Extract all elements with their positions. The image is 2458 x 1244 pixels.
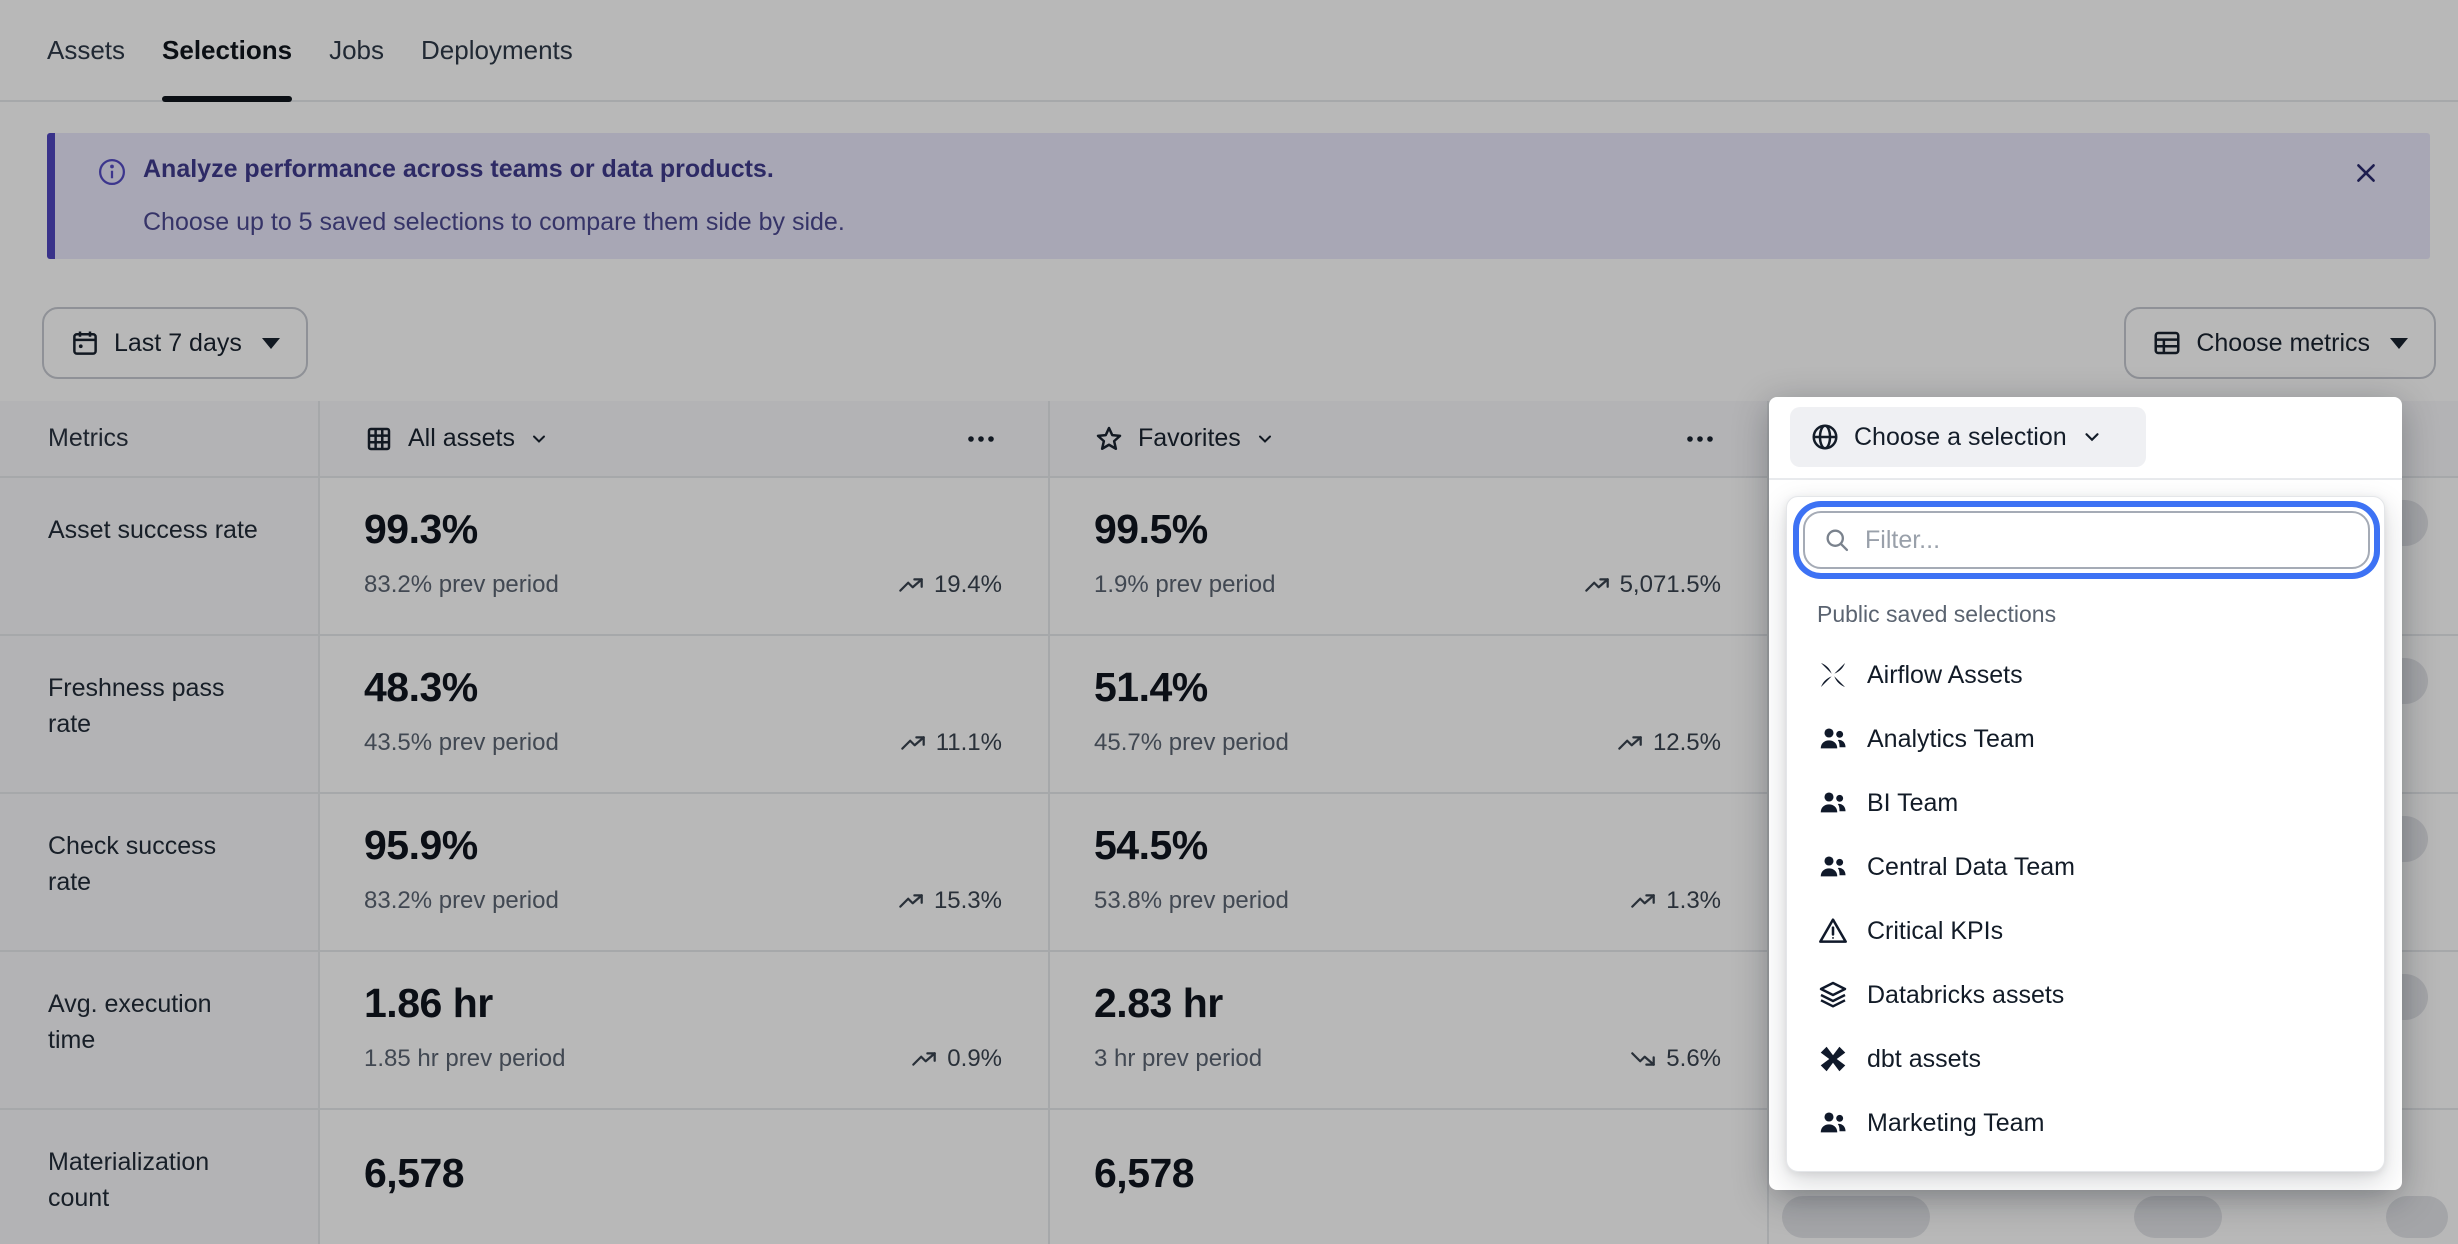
selection-item-bi-team[interactable]: BI Team [1787,771,2384,835]
chevron-down-icon [2081,426,2103,448]
layers-icon [1817,979,1849,1011]
selection-panel: Choose a selection Public saved selectio… [1769,397,2402,1190]
choose-selection-button[interactable]: Choose a selection [1790,407,2146,467]
group-label: Public saved selections [1817,601,2056,628]
team-icon [1817,1107,1849,1139]
team-icon [1817,851,1849,883]
selection-item-central-data-team[interactable]: Central Data Team [1787,835,2384,899]
team-icon [1817,723,1849,755]
selection-item-analytics-team[interactable]: Analytics Team [1787,707,2384,771]
selection-dropdown-menu: Public saved selections Airflow Assets [1786,496,2385,1172]
filter-field [1803,511,2370,569]
selection-item-critical-kpis[interactable]: Critical KPIs [1787,899,2384,963]
selection-item-marketing-team[interactable]: Marketing Team [1787,1091,2384,1155]
selection-item-databricks-assets[interactable]: Databricks assets [1787,963,2384,1027]
divider [1769,478,2402,480]
globe-icon [1810,422,1840,452]
dbt-icon [1817,1043,1849,1075]
airflow-icon [1817,659,1849,691]
selection-list: Airflow Assets Analytics Team BI [1787,643,2384,1155]
warning-icon [1817,915,1849,947]
selection-item-airflow-assets[interactable]: Airflow Assets [1787,643,2384,707]
team-icon [1817,787,1849,819]
search-icon [1823,526,1851,554]
selection-item-dbt-assets[interactable]: dbt assets [1787,1027,2384,1091]
filter-input[interactable] [1865,526,2350,555]
